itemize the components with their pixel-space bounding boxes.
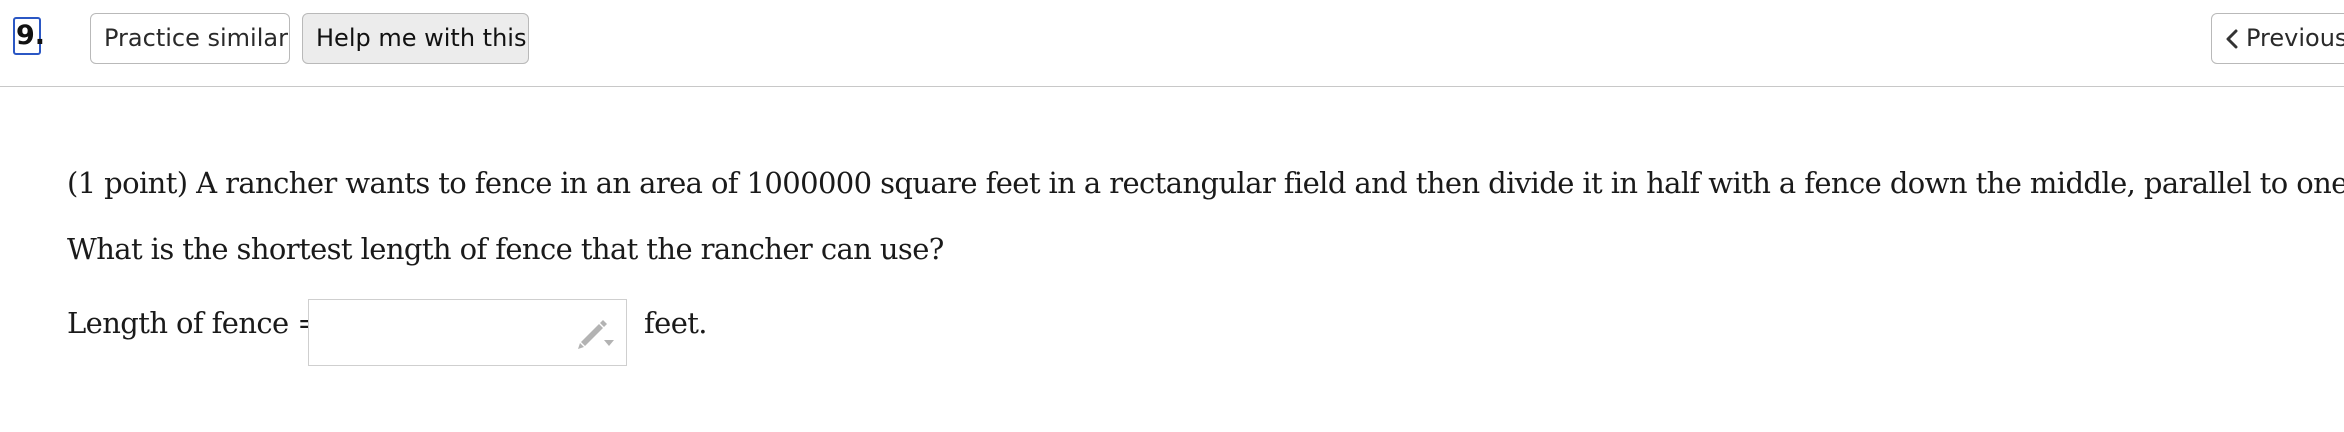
- help-me-button[interactable]: Help me with this: [302, 13, 529, 64]
- pencil-icon[interactable]: [577, 318, 617, 350]
- problem-statement-line2: What is the shortest length of fence tha…: [67, 232, 944, 266]
- previous-label: Previous: [2246, 24, 2344, 52]
- problem-statement-line1: (1 point) A rancher wants to fence in an…: [67, 166, 2344, 200]
- problem-toolbar: 9. Practice similar Help me with this Pr…: [0, 0, 2344, 87]
- answer-unit: feet.: [644, 306, 708, 340]
- length-of-fence-input[interactable]: [309, 300, 569, 365]
- chevron-left-icon: [2224, 14, 2244, 63]
- problem-number[interactable]: 9.: [13, 17, 45, 55]
- practice-similar-button[interactable]: Practice similar: [90, 13, 290, 64]
- answer-label: Length of fence =: [67, 306, 322, 340]
- answer-field-container[interactable]: [308, 299, 627, 366]
- previous-button[interactable]: Previous: [2211, 13, 2344, 64]
